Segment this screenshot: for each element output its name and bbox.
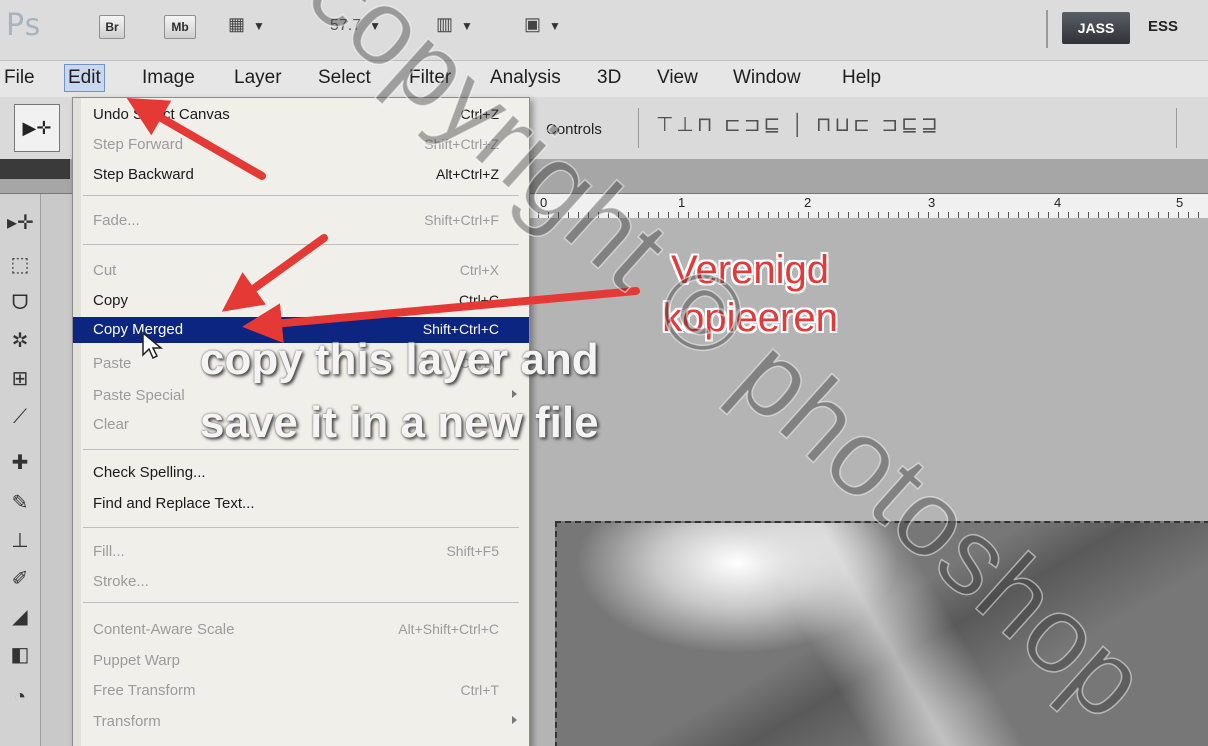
arrow-to-copy: [221, 234, 328, 312]
caption-line-2: save it in a new file: [200, 398, 599, 447]
photoshop-window: Ps Br Mb ▦ ▼ 57.7 ▼ ▥ ▼ ▣ ▼ JASS ESS File Ed…: [0, 0, 1208, 746]
arrow-to-edit-menu: [126, 98, 266, 180]
dutch-annotation: Verenigd kopieeren: [630, 246, 870, 342]
arrow-to-copy-merged: [242, 287, 640, 344]
caption-line-1: copy this layer and: [200, 335, 599, 384]
dutch-annotation-line-2: kopieeren: [662, 296, 838, 340]
annotation-arrows: [126, 98, 640, 344]
dutch-annotation-line-1: Verenigd: [671, 248, 829, 292]
